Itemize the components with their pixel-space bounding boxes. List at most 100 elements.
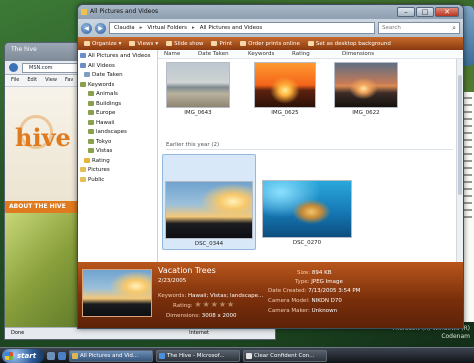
minimize-button[interactable]: – bbox=[397, 7, 415, 17]
thumbnail-item[interactable]: IMG_0643 bbox=[166, 62, 230, 116]
thumbnail-label: DSC_0270 bbox=[292, 240, 322, 246]
nav-tree-item[interactable]: landscapes bbox=[78, 128, 157, 138]
date-created-value[interactable]: 7/13/2005 3:54 PM bbox=[308, 288, 360, 294]
ie-menu-favorites[interactable]: Fav bbox=[65, 77, 73, 84]
forward-button[interactable]: ▶ bbox=[95, 22, 106, 34]
taskbar-button-label: The Hive - Microsof... bbox=[167, 352, 225, 359]
group-header[interactable]: Earlier this year (2) bbox=[166, 142, 453, 150]
print-button[interactable]: Print bbox=[211, 41, 232, 47]
search-placeholder: Search bbox=[382, 25, 401, 31]
nav-tree-item[interactable]: Date Taken bbox=[78, 71, 157, 81]
search-input[interactable]: Search ⌕ bbox=[378, 22, 460, 34]
nav-tree-item[interactable]: Keywords bbox=[78, 81, 157, 91]
breadcrumb-claudia[interactable]: Claudia bbox=[114, 25, 135, 31]
slideshow-button[interactable]: Slide show bbox=[166, 41, 203, 47]
column-date-taken[interactable]: Date Taken bbox=[192, 50, 242, 58]
nav-tree-item[interactable]: Europe bbox=[78, 109, 157, 119]
thumbnail-item[interactable]: IMG_0625 bbox=[254, 62, 316, 116]
slideshow-icon bbox=[166, 41, 173, 46]
details-title[interactable]: Vacation Trees bbox=[158, 266, 216, 275]
nav-tree-label: Hawaii bbox=[96, 119, 115, 126]
hive-decorative-image bbox=[5, 213, 83, 327]
taskbar: start All Pictures and Vid... The Hive -… bbox=[0, 347, 474, 363]
explorer-title-bar[interactable]: All Pictures and Videos – □ ✕ bbox=[78, 5, 463, 19]
tag-icon bbox=[88, 100, 94, 106]
column-headers: Name Date Taken Keywords Rating Dimensio… bbox=[158, 50, 463, 59]
keywords-value[interactable]: Hawaii; Vistas; landscape... bbox=[188, 293, 263, 299]
ie-address-field[interactable]: MSN.com bbox=[22, 62, 80, 73]
photo-thumbnail bbox=[254, 62, 316, 108]
scrollbar-thumb[interactable] bbox=[458, 75, 462, 195]
nav-tree-item[interactable]: All Pictures and Videos bbox=[78, 52, 157, 62]
taskbar-button-ie[interactable]: The Hive - Microsof... bbox=[156, 349, 240, 362]
organize-button[interactable]: Organize ▾ bbox=[84, 41, 121, 47]
tag-icon bbox=[80, 81, 86, 87]
print-label: Print bbox=[219, 40, 233, 47]
rating-label: Rating: bbox=[173, 303, 193, 309]
ie-menu-edit[interactable]: Edit bbox=[27, 77, 37, 84]
hive-logo-area: hive bbox=[5, 87, 83, 207]
nav-tree-item[interactable]: Pictures bbox=[78, 166, 157, 176]
order-prints-button[interactable]: Order prints online bbox=[240, 41, 300, 47]
breadcrumb[interactable]: Claudia ▸ Virtual Folders ▸ All Pictures… bbox=[109, 22, 375, 34]
ie-menu-file[interactable]: File bbox=[11, 77, 19, 84]
breadcrumb-virtual-folders[interactable]: Virtual Folders bbox=[147, 25, 187, 31]
ie-back-icon[interactable] bbox=[9, 63, 18, 72]
column-dimensions[interactable]: Dimensions bbox=[336, 50, 392, 58]
views-icon bbox=[129, 41, 136, 46]
nav-tree-item[interactable]: Tokyo bbox=[78, 138, 157, 148]
nav-tree-item[interactable]: All Videos bbox=[78, 62, 157, 72]
nav-tree-item[interactable]: Vistas bbox=[78, 147, 157, 157]
chevron-down-icon: ▾ bbox=[155, 40, 159, 47]
rating-stars-icon[interactable]: ★★★★★ bbox=[194, 300, 235, 309]
vertical-scrollbar[interactable] bbox=[456, 59, 463, 262]
camera-model-value[interactable]: NIKON D70 bbox=[311, 298, 341, 304]
nav-tree-label: landscapes bbox=[96, 129, 127, 135]
quick-launch-icon[interactable] bbox=[58, 351, 66, 360]
nav-tree-label: Europe bbox=[96, 110, 116, 116]
ie-zone-text: Internet bbox=[189, 330, 209, 336]
nav-tree-item[interactable]: Buildings bbox=[78, 100, 157, 110]
nav-tree-item[interactable]: Public bbox=[78, 176, 157, 186]
taskbar-button-document[interactable]: Clear Confident Con... bbox=[243, 349, 327, 362]
thumbnail-item[interactable]: IMG_0622 bbox=[334, 62, 398, 116]
maximize-button[interactable]: □ bbox=[416, 7, 434, 17]
ie-menu-view[interactable]: View bbox=[45, 77, 57, 84]
nav-tree-item[interactable]: Hawaii bbox=[78, 119, 157, 129]
photo-thumbnail bbox=[165, 181, 253, 239]
taskbar-button-explorer[interactable]: All Pictures and Vid... bbox=[69, 349, 153, 362]
organize-label: Organize bbox=[92, 40, 117, 47]
nav-tree-label: Vistas bbox=[96, 148, 113, 154]
folder-icon bbox=[72, 352, 78, 359]
nav-tree-item[interactable]: Animals bbox=[78, 90, 157, 100]
details-date-created: Date Created: 7/13/2005 3:54 PM bbox=[268, 288, 360, 294]
search-icon[interactable]: ⌕ bbox=[452, 24, 456, 33]
back-button[interactable]: ◀ bbox=[81, 22, 92, 34]
thumbnail-item-selected[interactable]: DSC_0344 bbox=[162, 154, 256, 250]
tag-icon bbox=[88, 91, 94, 96]
file-list-pane[interactable]: Name Date Taken Keywords Rating Dimensio… bbox=[158, 50, 463, 262]
close-button[interactable]: ✕ bbox=[435, 7, 459, 17]
thumbnail-item[interactable]: DSC_0270 bbox=[262, 180, 352, 246]
breadcrumb-all-pictures[interactable]: All Pictures and Videos bbox=[200, 25, 262, 31]
star-icon bbox=[84, 157, 90, 163]
camera-model-label: Camera Model: bbox=[268, 298, 310, 304]
tag-icon bbox=[88, 129, 94, 134]
column-name[interactable]: Name bbox=[158, 50, 192, 58]
folder-icon bbox=[80, 167, 86, 172]
chevron-down-icon: ▾ bbox=[118, 40, 122, 47]
folder-icon bbox=[80, 176, 86, 182]
nav-tree-label: All Pictures and Videos bbox=[88, 53, 151, 59]
views-button[interactable]: Views ▾ bbox=[129, 41, 158, 47]
start-button[interactable]: start bbox=[2, 348, 44, 363]
explorer-window[interactable]: All Pictures and Videos – □ ✕ ◀ ▶ Claudi… bbox=[77, 4, 464, 329]
nav-tree-item[interactable]: Rating bbox=[78, 157, 157, 167]
set-desktop-background-button[interactable]: Set as desktop background bbox=[307, 41, 391, 47]
camera-maker-value[interactable]: Unknown bbox=[312, 308, 338, 314]
column-rating[interactable]: Rating bbox=[286, 50, 336, 58]
chevron-right-icon: ▸ bbox=[191, 25, 195, 31]
about-the-hive-link[interactable]: ABOUT THE HIVE bbox=[5, 201, 83, 213]
watermark-line-2: Codenam bbox=[441, 333, 470, 340]
column-keywords[interactable]: Keywords bbox=[242, 50, 286, 58]
quick-launch-icon[interactable] bbox=[47, 351, 55, 360]
